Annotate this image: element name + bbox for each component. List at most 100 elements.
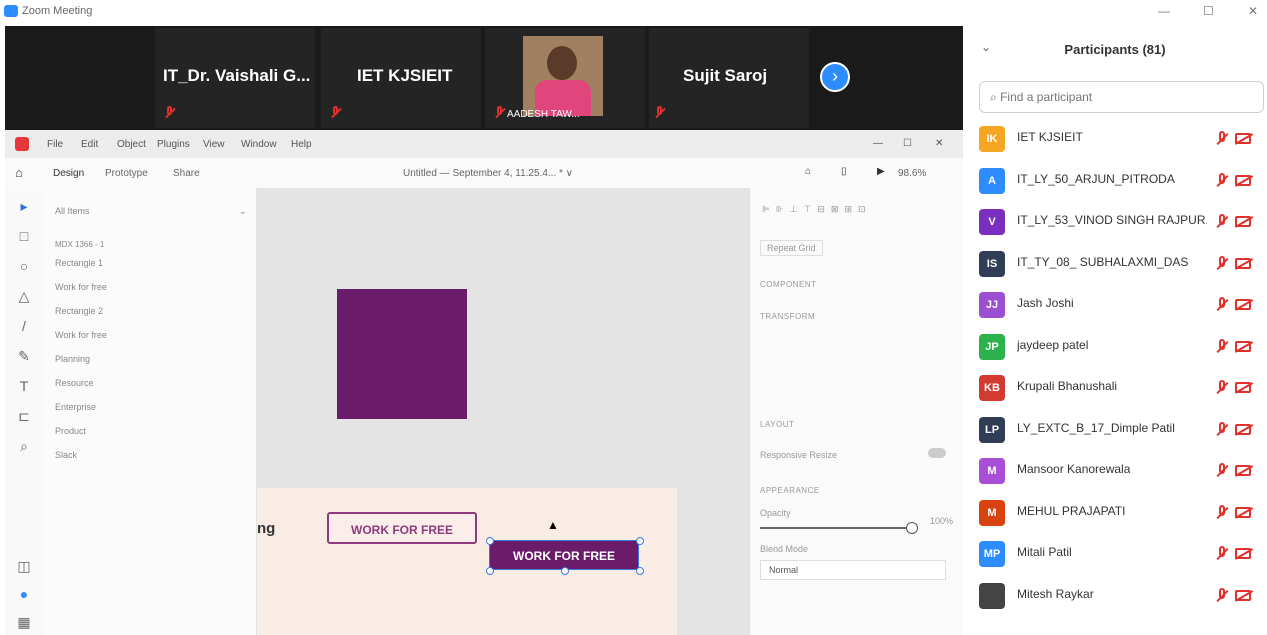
- video-off-icon[interactable]: [1235, 216, 1251, 227]
- participant-row[interactable]: IK IET KJSIEIT: [963, 118, 1267, 159]
- work-for-free-outline-button[interactable]: WORK FOR FREE: [327, 512, 477, 544]
- video-off-icon[interactable]: [1235, 506, 1251, 518]
- selection-handle[interactable]: [486, 537, 494, 545]
- video-off-icon[interactable]: [1235, 548, 1251, 559]
- menu-object[interactable]: Object: [117, 139, 146, 150]
- minimize-icon[interactable]: —: [1158, 4, 1170, 18]
- participant-row[interactable]: M Mansoor Kanorewala: [963, 450, 1267, 491]
- layer-item[interactable]: Work for free: [55, 282, 107, 292]
- video-off-icon[interactable]: [1235, 423, 1251, 435]
- ellipse-tool-icon[interactable]: ○: [15, 258, 33, 274]
- layer-item[interactable]: Rectangle 1: [55, 258, 103, 268]
- blend-mode-select[interactable]: Normal: [760, 560, 946, 580]
- layer-item[interactable]: Slack: [55, 450, 77, 460]
- layer-item[interactable]: Enterprise: [55, 402, 96, 412]
- menu-edit[interactable]: Edit: [81, 139, 98, 150]
- muted-mic-icon[interactable]: [1216, 255, 1228, 272]
- document-title[interactable]: Untitled — September 4, 11.25.4... * ∨: [403, 168, 573, 179]
- participant-row[interactable]: JJ Jash Joshi: [963, 284, 1267, 325]
- menu-window[interactable]: Window: [241, 139, 277, 150]
- preview-icon[interactable]: ⌂: [805, 166, 811, 177]
- participant-row[interactable]: JP jaydeep patel: [963, 326, 1267, 367]
- artboard-layer[interactable]: MDX 1366 - 1: [55, 240, 104, 249]
- muted-mic-icon[interactable]: [1216, 504, 1228, 521]
- chevron-down-icon[interactable]: ⌄: [239, 206, 247, 217]
- participant-row[interactable]: IS IT_TY_08_ SUBHALAXMI_DAS: [963, 243, 1267, 284]
- menu-file[interactable]: File: [47, 139, 63, 150]
- video-tile[interactable]: Sujit Saroj: [649, 28, 809, 128]
- layers-icon[interactable]: ●: [15, 586, 33, 602]
- repeat-grid-button[interactable]: Repeat Grid: [760, 240, 823, 256]
- layer-item[interactable]: Resource: [55, 378, 94, 388]
- video-off-icon[interactable]: [1235, 299, 1251, 310]
- participant-row[interactable]: A IT_LY_50_ARJUN_PITRODA: [963, 160, 1267, 201]
- participant-row[interactable]: KB Krupali Bhanushali: [963, 367, 1267, 408]
- align-icons[interactable]: ⊫⊪⊥⊤⊟⊠⊞⊡: [762, 204, 872, 215]
- text-tool-icon[interactable]: T: [15, 378, 33, 394]
- xd-close-icon[interactable]: ✕: [935, 138, 943, 149]
- pen-tool-icon[interactable]: ✎: [15, 348, 33, 365]
- participant-row[interactable]: M MEHUL PRAJAPATI: [963, 492, 1267, 533]
- zoom-level[interactable]: 98.6%: [898, 168, 926, 179]
- participant-row[interactable]: V IT_LY_53_VINOD SINGH RAJPUR...: [963, 201, 1267, 242]
- selection-handle[interactable]: [636, 537, 644, 545]
- selection-handle[interactable]: [636, 567, 644, 575]
- layer-item[interactable]: Product: [55, 426, 86, 436]
- artboard-tool-icon[interactable]: ⊏: [15, 408, 33, 425]
- muted-mic-icon[interactable]: [1216, 214, 1228, 230]
- layer-item[interactable]: Rectangle 2: [55, 306, 103, 316]
- rectangle-tool-icon[interactable]: □: [15, 228, 33, 244]
- muted-mic-icon[interactable]: [1216, 421, 1228, 438]
- maximize-icon[interactable]: ☐: [1203, 4, 1214, 18]
- muted-mic-icon[interactable]: [1216, 587, 1228, 604]
- video-off-icon[interactable]: [1235, 465, 1251, 476]
- tab-design[interactable]: Design: [53, 168, 84, 179]
- xd-minimize-icon[interactable]: —: [873, 138, 883, 149]
- video-off-icon[interactable]: [1235, 133, 1251, 144]
- video-off-icon[interactable]: [1235, 382, 1251, 393]
- video-off-icon[interactable]: [1235, 257, 1251, 269]
- menu-help[interactable]: Help: [291, 139, 312, 150]
- opacity-slider-handle[interactable]: [906, 522, 918, 534]
- participant-row[interactable]: Mitesh Raykar: [963, 575, 1267, 616]
- menu-plugins[interactable]: Plugins: [157, 139, 190, 150]
- selection-handle[interactable]: [486, 567, 494, 575]
- artboard[interactable]: ng WORK FOR FREE WORK FOR FREE ▲: [257, 488, 677, 635]
- select-tool-icon[interactable]: ▸: [15, 198, 33, 215]
- video-off-icon[interactable]: [1235, 589, 1251, 601]
- opacity-slider[interactable]: [760, 527, 910, 529]
- video-off-icon[interactable]: [1235, 340, 1251, 352]
- plugins-icon[interactable]: ▦: [15, 614, 33, 631]
- participant-row[interactable]: LP LY_EXTC_B_17_Dimple Patil: [963, 409, 1267, 450]
- video-off-icon[interactable]: [1235, 174, 1251, 186]
- participant-search-input[interactable]: ⌕ Find a participant: [979, 81, 1264, 113]
- polygon-tool-icon[interactable]: △: [15, 288, 33, 305]
- layer-item[interactable]: Work for free: [55, 330, 107, 340]
- muted-mic-icon[interactable]: [1216, 131, 1228, 147]
- purple-rectangle[interactable]: [337, 289, 467, 419]
- close-icon[interactable]: ✕: [1248, 4, 1258, 18]
- layers-filter[interactable]: All Items: [55, 206, 90, 216]
- menu-view[interactable]: View: [203, 139, 225, 150]
- muted-mic-icon[interactable]: [1216, 172, 1228, 189]
- home-icon[interactable]: ⌂: [15, 165, 23, 180]
- video-tile[interactable]: AADESH TAW...: [485, 28, 645, 128]
- tab-share[interactable]: Share: [173, 168, 200, 179]
- muted-mic-icon[interactable]: [1216, 380, 1228, 396]
- video-tile[interactable]: IET KJSIEIT: [321, 28, 481, 128]
- zoom-tool-icon[interactable]: ⌕: [15, 438, 33, 455]
- play-icon[interactable]: ▶: [877, 166, 885, 177]
- selection-handle[interactable]: [561, 567, 569, 575]
- design-canvas[interactable]: ng WORK FOR FREE WORK FOR FREE ▲: [257, 188, 749, 635]
- muted-mic-icon[interactable]: [1216, 463, 1228, 479]
- device-icon[interactable]: ▯: [841, 166, 847, 177]
- xd-maximize-icon[interactable]: ☐: [903, 138, 912, 149]
- opacity-value[interactable]: 100%: [930, 516, 953, 526]
- line-tool-icon[interactable]: /: [15, 318, 33, 334]
- assets-icon[interactable]: ◫: [15, 558, 33, 575]
- video-tile[interactable]: IT_Dr. Vaishali G...: [155, 28, 315, 128]
- participant-row[interactable]: MP Mitali Patil: [963, 533, 1267, 574]
- layer-item[interactable]: Planning: [55, 354, 90, 364]
- responsive-toggle[interactable]: [928, 448, 946, 458]
- tab-prototype[interactable]: Prototype: [105, 168, 148, 179]
